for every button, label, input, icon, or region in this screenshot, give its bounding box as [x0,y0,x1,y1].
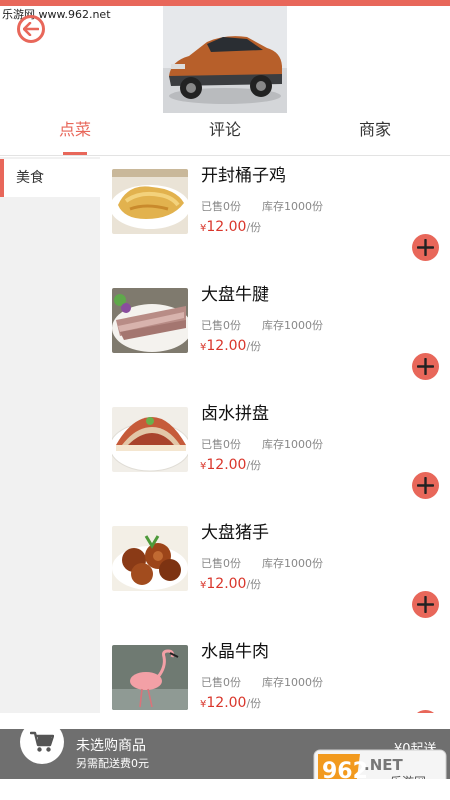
plus-icon [417,596,434,613]
list-item: 水晶牛肉 已售0份 库存1000份 ¥12.00/份 [100,633,450,713]
back-button[interactable] [17,15,45,43]
tab-bar: 点菜 评论 商家 [0,113,450,156]
sold-count: 已售0份 [201,200,241,213]
cart-button[interactable] [20,720,64,764]
product-image [112,288,188,353]
price-unit: /份 [246,221,262,234]
price-unit: /份 [246,578,262,591]
product-price: ¥12.00/份 [200,576,261,592]
product-price: ¥12.00/份 [200,338,261,354]
bottom-safe-area [0,779,450,800]
product-image [112,526,188,591]
price-value: 12.00 [206,219,247,235]
stock-count: 库存1000份 [262,200,323,213]
shopping-cart-icon [30,731,54,752]
plus-icon [417,477,434,494]
list-item: 大盘牛腱 已售0份 库存1000份 ¥12.00/份 [100,276,450,395]
price-unit: /份 [246,459,262,472]
tab-menu[interactable]: 点菜 [0,113,150,156]
stock-count: 库存1000份 [262,557,323,570]
product-name: 卤水拼盘 [201,404,269,424]
add-to-cart-button[interactable] [412,472,439,499]
add-to-cart-button[interactable] [412,710,439,713]
list-item: 卤水拼盘 已售0份 库存1000份 ¥12.00/份 [100,395,450,514]
cart-status: 未选购商品 [76,738,146,754]
category-sidebar: 美食 [0,157,100,713]
sold-count: 已售0份 [201,319,241,332]
sold-count: 已售0份 [201,438,241,451]
shop-banner-image [163,6,287,113]
arrow-left-icon [23,22,39,36]
watermark-text: 乐游网 www.962.net [2,8,111,21]
product-name: 大盘牛腱 [201,285,269,305]
product-price: ¥12.00/份 [200,695,261,711]
product-name: 水晶牛肉 [201,642,269,662]
price-unit: /份 [246,697,262,710]
sold-count: 已售0份 [201,557,241,570]
product-name: 开封桶子鸡 [201,166,286,186]
price-value: 12.00 [206,338,247,354]
stock-count: 库存1000份 [262,676,323,689]
add-to-cart-button[interactable] [412,591,439,618]
tab-reviews[interactable]: 评论 [150,113,300,156]
product-name: 大盘猪手 [201,523,269,543]
list-item: 开封桶子鸡 已售0份 库存1000份 ¥12.00/份 [100,157,450,276]
sidebar-item-food[interactable]: 美食 [0,159,100,197]
list-item: 大盘猪手 已售0份 库存1000份 ¥12.00/份 [100,514,450,633]
plus-icon [417,239,434,256]
page: 乐游网 www.962.net 点菜 评论 商家 美食 开封桶子鸡 已售0份 库… [0,0,450,800]
product-price: ¥12.00/份 [200,219,261,235]
plus-icon [417,358,434,375]
svg-text:.NET: .NET [364,756,403,774]
price-value: 12.00 [206,695,247,711]
product-image [112,169,188,234]
product-price: ¥12.00/份 [200,457,261,473]
add-to-cart-button[interactable] [412,353,439,380]
product-image [112,645,188,710]
delivery-fee: 另需配送费0元 [76,757,149,770]
add-to-cart-button[interactable] [412,234,439,261]
product-list[interactable]: 开封桶子鸡 已售0份 库存1000份 ¥12.00/份 大盘牛腱 已售0份 库存… [100,157,450,713]
tab-merchant[interactable]: 商家 [300,113,450,156]
active-tab-indicator [63,152,87,155]
price-unit: /份 [246,340,262,353]
price-value: 12.00 [206,457,247,473]
stock-count: 库存1000份 [262,438,323,451]
product-image [112,407,188,472]
sold-count: 已售0份 [201,676,241,689]
price-value: 12.00 [206,576,247,592]
stock-count: 库存1000份 [262,319,323,332]
